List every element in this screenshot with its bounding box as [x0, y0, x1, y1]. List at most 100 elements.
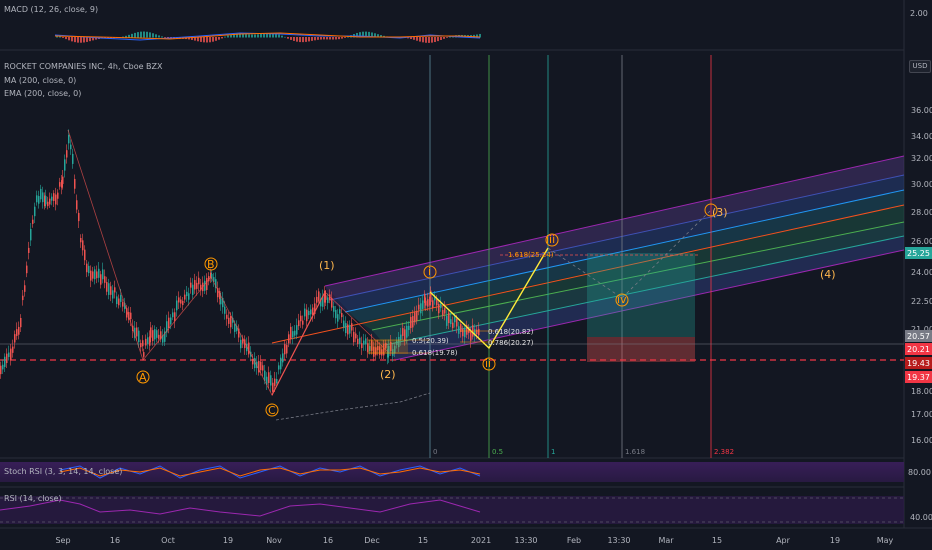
- candle-body: [104, 276, 106, 283]
- currency-button[interactable]: USD: [909, 60, 931, 73]
- macd-bar: [317, 37, 319, 40]
- macd-legend[interactable]: MACD (12, 26, close, 9): [4, 5, 98, 14]
- candle-body: [170, 317, 172, 325]
- candle-body: [452, 322, 454, 329]
- candle-body: [112, 290, 114, 299]
- candle-body: [80, 238, 82, 243]
- candle-body: [100, 274, 102, 285]
- time-axis-label: 19: [830, 536, 840, 545]
- candle-body: [418, 304, 420, 310]
- candle-body: [64, 159, 66, 171]
- macd-bar: [80, 37, 82, 43]
- macd-bar: [305, 37, 307, 42]
- candle-body: [20, 317, 22, 328]
- candle-body: [108, 283, 110, 295]
- symbol-legend[interactable]: ROCKET COMPANIES INC, 4h, Cboe BZX: [4, 62, 163, 71]
- macd-bar: [281, 35, 283, 38]
- candle-body: [28, 247, 30, 253]
- candle-body: [343, 320, 345, 328]
- price-tag: 25.25: [905, 247, 932, 259]
- stoch-rsi-legend[interactable]: Stoch RSI (3, 3, 14, 14, close): [4, 467, 122, 476]
- time-axis-label: Nov: [266, 536, 282, 545]
- macd-bar: [212, 37, 214, 42]
- macd-bar: [62, 37, 64, 38]
- macd-bar: [248, 34, 250, 38]
- candle-body: [88, 265, 90, 274]
- candle-body: [196, 282, 198, 289]
- price-axis-label: 18.00: [911, 387, 932, 396]
- candle-body: [414, 312, 416, 323]
- candle-body: [456, 318, 458, 327]
- candle-body: [184, 294, 186, 300]
- macd-bar: [341, 37, 343, 39]
- macd-bar: [326, 37, 328, 40]
- time-axis-label: Apr: [776, 536, 791, 545]
- macd-bar: [299, 37, 301, 43]
- candle-body: [361, 343, 363, 349]
- candle-body: [152, 330, 154, 342]
- price-axis: 36.00 34.00 32.00 30.00 28.00 26.00 24.00 22.50…: [911, 106, 932, 445]
- macd-bar: [149, 32, 151, 38]
- chart-canvas[interactable]: 2.00 36.00 34.00 32.00 30.00 28.00 26.00 24.00…: [0, 0, 932, 550]
- rsi-legend[interactable]: RSI (14, close): [4, 494, 62, 503]
- macd-bar: [263, 33, 265, 38]
- macd-bar: [206, 37, 208, 43]
- candle-body: [365, 338, 367, 345]
- fib-time-1: 1: [551, 448, 555, 456]
- candle-body: [149, 336, 151, 346]
- macd-bar: [221, 37, 223, 39]
- rsi-pane: 40.00: [0, 496, 932, 524]
- candle-body: [74, 178, 76, 189]
- ema-legend[interactable]: EMA (200, close, 0): [4, 89, 81, 98]
- time-axis-label: Dec: [364, 536, 379, 545]
- candle-body: [476, 329, 478, 335]
- candle-body: [262, 365, 264, 371]
- candle-body: [440, 303, 442, 309]
- macd-bar: [251, 34, 253, 38]
- candle-body: [150, 327, 152, 338]
- wave-b: B: [207, 258, 215, 271]
- candle-body: [422, 300, 424, 309]
- candle-body: [82, 240, 84, 251]
- candle-body: [298, 320, 300, 327]
- candle-body: [42, 192, 44, 203]
- candle-body: [62, 176, 64, 184]
- macd-bar: [323, 37, 325, 40]
- candle-body: [136, 327, 138, 337]
- macd-bar: [260, 33, 262, 38]
- candle-body: [36, 195, 38, 203]
- candle-body: [34, 206, 36, 217]
- candle-body: [272, 382, 274, 392]
- candle-body: [296, 325, 298, 335]
- macd-bar: [284, 36, 286, 38]
- time-axis-label: 13:30: [514, 536, 537, 545]
- time-axis-label: Sep: [55, 536, 70, 545]
- candle-body: [333, 306, 335, 312]
- candle-body: [158, 334, 160, 339]
- candle-body: [355, 333, 357, 339]
- fib-0.5-label: 0.5(20.39): [412, 337, 449, 345]
- time-axis-label: Oct: [161, 536, 175, 545]
- macd-bar: [83, 37, 85, 43]
- macd-bar: [218, 37, 220, 40]
- ma-legend[interactable]: MA (200, close, 0): [4, 76, 76, 85]
- candle-body: [182, 300, 184, 306]
- candle-body: [294, 330, 296, 336]
- candle-body: [454, 316, 456, 323]
- candle-body: [206, 278, 208, 291]
- wave-i: i: [428, 265, 431, 278]
- price-tag-label: 20.57: [907, 332, 930, 341]
- time-axis-label: Feb: [567, 536, 581, 545]
- fib-time-1.618: 1.618: [625, 448, 645, 456]
- time-axis-label: 2021: [471, 536, 491, 545]
- candle-body: [292, 331, 294, 338]
- macd-bar: [440, 37, 442, 41]
- wave-c: C: [268, 404, 276, 417]
- candle-body: [12, 346, 14, 353]
- candle-body: [66, 150, 68, 158]
- candle-body: [270, 375, 272, 386]
- candle-body: [186, 291, 188, 297]
- candle-body: [304, 308, 306, 317]
- candle-body: [325, 295, 327, 300]
- macd-bar: [134, 32, 136, 38]
